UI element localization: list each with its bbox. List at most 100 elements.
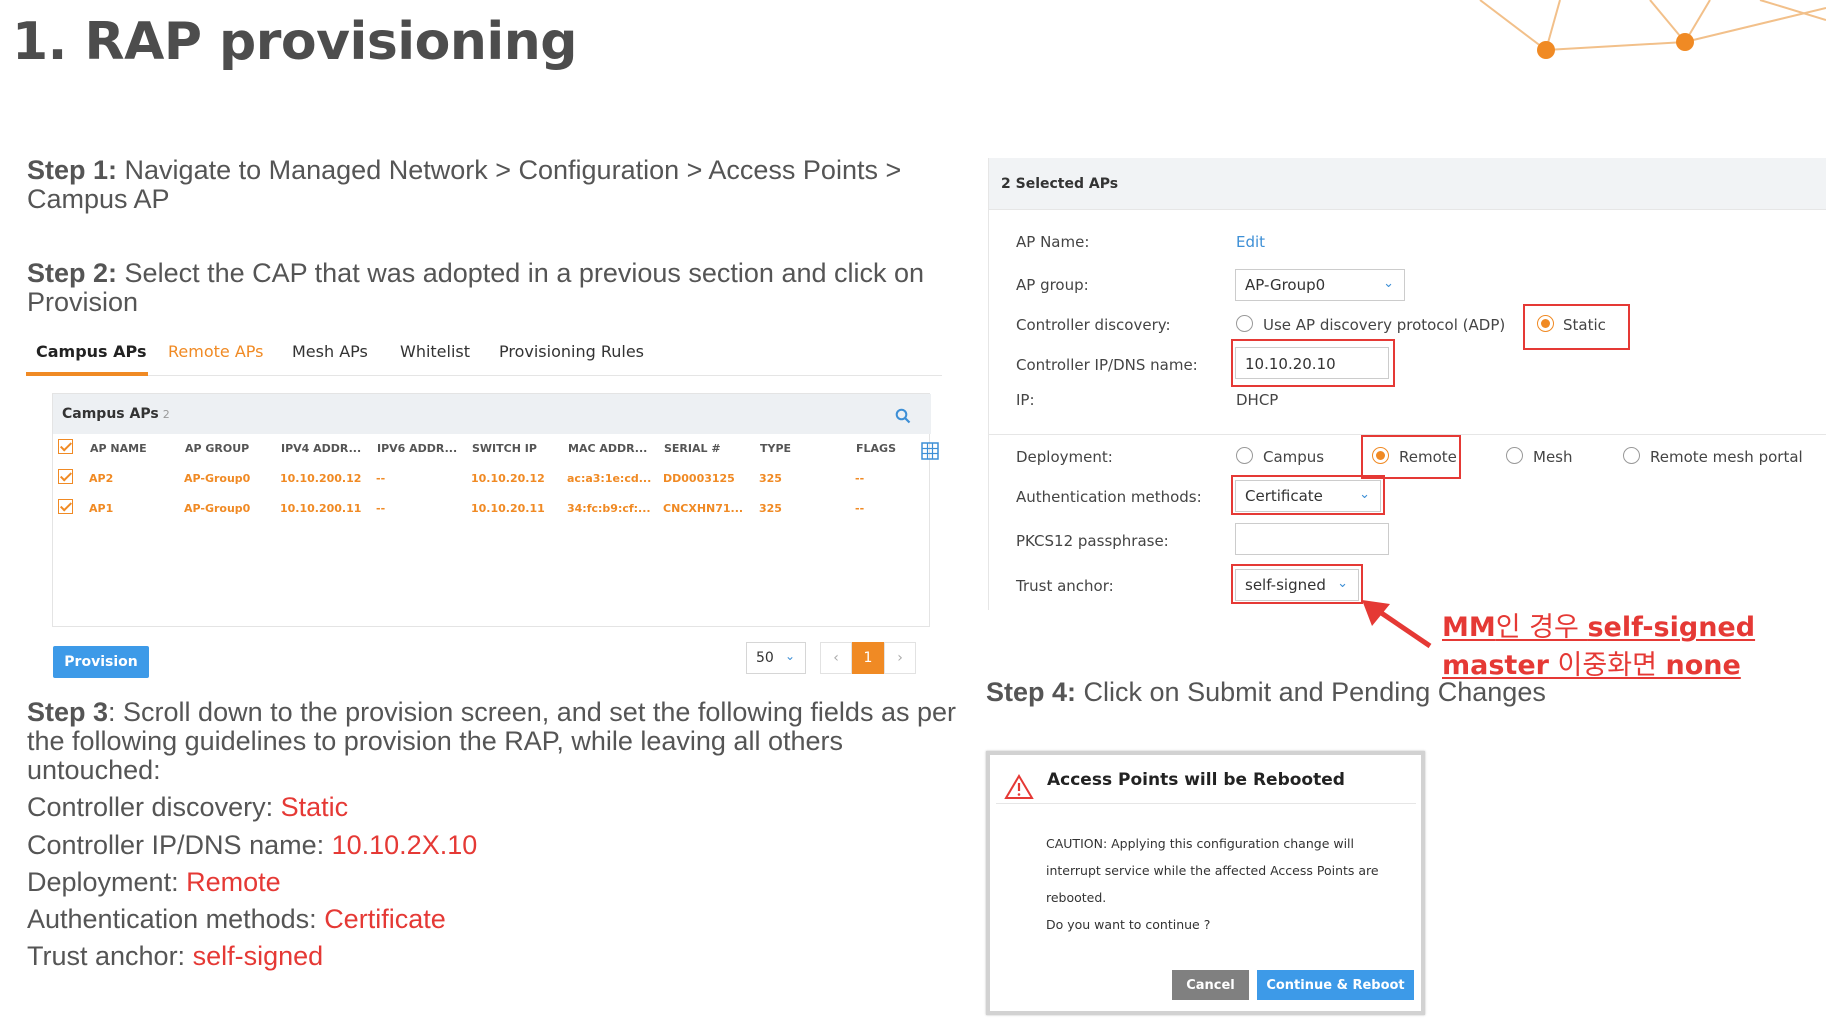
controller-discovery-label: Controller discovery: [1016, 316, 1171, 334]
cell-serial: CNCXHN71... [663, 502, 744, 515]
ip-value: DHCP [1236, 391, 1279, 409]
guideline-key: Authentication methods: [27, 904, 325, 934]
col-ap-name[interactable]: AP NAME [90, 442, 147, 455]
chevron-down-icon: ⌄ [784, 649, 795, 663]
guideline-item: Trust anchor: self-signed [27, 941, 323, 972]
cell-mac: ac:a3:1e:cd... [567, 472, 652, 485]
auth-methods-label: Authentication methods: [1016, 488, 1202, 506]
cell-ipv4: 10.10.200.11 [280, 502, 362, 515]
discovery-adp-radio[interactable] [1236, 315, 1253, 332]
guideline-key: Deployment: [27, 867, 187, 897]
table-row[interactable]: AP2 AP-Group0 10.10.200.12 -- 10.10.20.1… [53, 464, 931, 494]
step1-line2: Campus AP [27, 184, 170, 214]
tab-provisioning-rules[interactable]: Provisioning Rules [499, 342, 644, 361]
guideline-item: Authentication methods: Certificate [27, 904, 446, 935]
ap-group-value: AP-Group0 [1245, 276, 1326, 294]
guideline-item: Controller discovery: Static [27, 792, 348, 823]
select-all-checkbox[interactable] [58, 439, 73, 454]
guideline-value: self-signed [192, 941, 324, 971]
col-type[interactable]: TYPE [760, 442, 791, 455]
form-header: 2 Selected APs [989, 158, 1826, 210]
continue-reboot-button[interactable]: Continue & Reboot [1257, 970, 1414, 1000]
step4-text: Step 4: Click on Submit and Pending Chan… [986, 678, 1546, 707]
chevron-down-icon: ⌄ [1383, 276, 1394, 291]
tab-mesh-aps[interactable]: Mesh APs [292, 342, 368, 361]
provision-button[interactable]: Provision [53, 646, 149, 678]
dialog-body-line: interrupt service while the affected Acc… [1046, 863, 1379, 878]
grid-title: Campus APs 2 [62, 406, 170, 422]
tab-campus-aps[interactable]: Campus APs [36, 342, 147, 361]
col-flags[interactable]: FLAGS [856, 442, 896, 455]
step3-line2: the following guidelines to provision th… [27, 726, 843, 756]
annotation-arrow-icon [1362, 600, 1432, 649]
discovery-adp-label: Use AP discovery protocol (ADP) [1263, 316, 1506, 334]
pkcs12-input[interactable] [1235, 523, 1389, 555]
step3-line1: : Scroll down to the provision screen, a… [108, 697, 956, 727]
table-row[interactable]: AP1 AP-Group0 10.10.200.11 -- 10.10.20.1… [53, 494, 931, 524]
search-icon[interactable] [895, 408, 911, 424]
row-checkbox[interactable] [58, 499, 73, 514]
guideline-value: Remote [186, 867, 281, 897]
cell-ipv6: -- [376, 472, 386, 485]
col-switch-ip[interactable]: SWITCH IP [472, 442, 537, 455]
cell-ipv4: 10.10.200.12 [280, 472, 362, 485]
cell-flags: -- [855, 472, 865, 485]
guideline-key: Trust anchor: [27, 941, 193, 971]
col-ipv6[interactable]: IPV6 ADDR... [377, 442, 457, 455]
network-node-icon [1537, 41, 1555, 59]
cell-mac: 34:fc:b9:cf:... [567, 502, 651, 515]
deploy-mesh-label: Mesh [1533, 448, 1573, 466]
prev-page-button[interactable]: ‹ [820, 642, 852, 674]
dialog-title: Access Points will be Rebooted [1047, 770, 1345, 790]
cell-ap-name: AP1 [89, 502, 114, 515]
col-mac[interactable]: MAC ADDR... [568, 442, 647, 455]
highlight-box [1523, 304, 1630, 350]
cell-ap-name: AP2 [89, 472, 114, 485]
cell-flags: -- [855, 502, 865, 515]
cell-ipv6: -- [376, 502, 386, 515]
cell-type: 325 [759, 502, 782, 515]
step3-line3: untouched: [27, 755, 161, 785]
highlight-box [1361, 435, 1461, 479]
dialog-body-line: Do you want to continue ? [1046, 917, 1211, 932]
ap-group-select[interactable]: AP-Group0 ⌄ [1235, 269, 1405, 301]
deploy-campus-label: Campus [1263, 448, 1325, 466]
ap-name-label: AP Name: [1016, 233, 1090, 251]
cancel-button[interactable]: Cancel [1172, 970, 1249, 1000]
network-decoration-icon [1479, 0, 1826, 59]
col-serial[interactable]: SERIAL # [664, 442, 721, 455]
guideline-value: Certificate [324, 904, 446, 934]
step2-line2: Provision [27, 287, 139, 317]
col-ipv4[interactable]: IPV4 ADDR... [281, 442, 361, 455]
grid-count: 2 [162, 408, 170, 421]
step2-text: Step 2: Select the CAP that was adopted … [27, 259, 924, 317]
page-size-select[interactable]: 50 ⌄ [746, 642, 806, 674]
tab-whitelist[interactable]: Whitelist [400, 342, 470, 361]
next-page-button[interactable]: › [884, 642, 916, 674]
annotation-text: MM [1442, 612, 1496, 643]
ap-name-edit-link[interactable]: Edit [1236, 233, 1265, 251]
deployment-label: Deployment: [1016, 448, 1113, 466]
column-chooser-icon[interactable] [921, 442, 939, 460]
guideline-value: Static [280, 792, 349, 822]
cell-switch-ip: 10.10.20.11 [471, 502, 545, 515]
step4-body: Click on Submit and Pending Changes [1083, 677, 1546, 707]
col-ap-group[interactable]: AP GROUP [185, 442, 249, 455]
current-page-button[interactable]: 1 [852, 642, 884, 674]
cell-type: 325 [759, 472, 782, 485]
step1-line1: Navigate to Managed Network > Configurat… [124, 155, 902, 185]
cell-switch-ip: 10.10.20.12 [471, 472, 545, 485]
highlight-box [1231, 564, 1363, 604]
deploy-mesh-radio[interactable] [1506, 447, 1523, 464]
deploy-remote-mesh-radio[interactable] [1623, 447, 1640, 464]
row-checkbox[interactable] [58, 469, 73, 484]
step3-label: Step 3 [27, 697, 109, 727]
grid-header: Campus APs 2 [53, 394, 931, 434]
annotation-text: none [1665, 650, 1741, 681]
deploy-campus-radio[interactable] [1236, 447, 1253, 464]
step2-label: Step 2: [27, 258, 118, 288]
ap-group-label: AP group: [1016, 276, 1089, 294]
cell-ap-group: AP-Group0 [184, 502, 251, 515]
tab-remote-aps[interactable]: Remote APs [168, 342, 263, 361]
annotation-text: 이중화면 [1548, 650, 1666, 681]
